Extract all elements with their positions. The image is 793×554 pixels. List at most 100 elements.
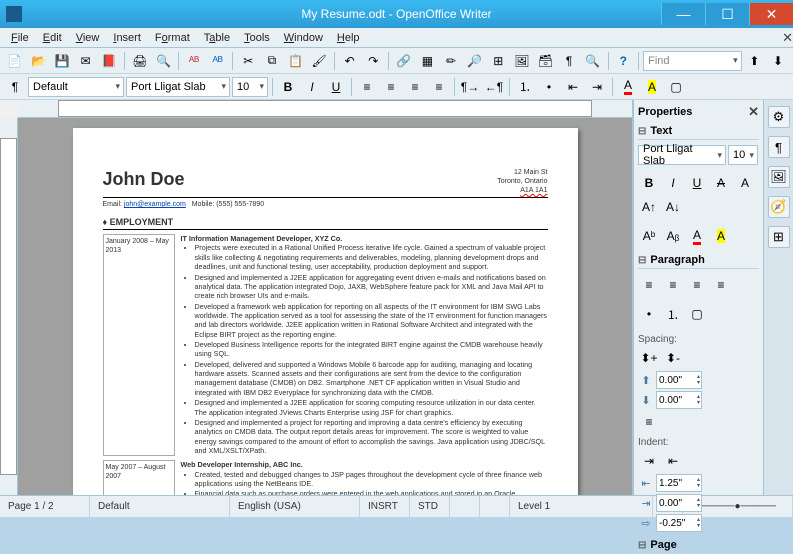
sb-inc-indent-icon[interactable]: ⇥	[638, 450, 660, 472]
maximize-button[interactable]: ☐	[705, 3, 749, 25]
pdf-icon[interactable]: 📕	[98, 50, 120, 72]
sb-sub-icon[interactable]: Aᵦ	[662, 225, 684, 247]
vertical-ruler[interactable]	[0, 118, 18, 495]
sb-dec-space-icon[interactable]: ⬍-	[662, 347, 684, 369]
datasource-icon[interactable]: 🗃	[535, 50, 557, 72]
sb-align-right-icon[interactable]: ≡	[686, 274, 708, 296]
print-icon[interactable]: 🖨	[129, 50, 151, 72]
bg-color-icon[interactable]: ▢	[665, 76, 687, 98]
status-page[interactable]: Page 1 / 2	[0, 496, 90, 517]
sb-strike-icon[interactable]: A	[710, 172, 732, 194]
bullet-item[interactable]: Projects were executed in a Rational Uni…	[195, 243, 548, 271]
copy-icon[interactable]: ⧉	[261, 50, 283, 72]
bold-icon[interactable]: B	[277, 76, 299, 98]
sb-bold-icon[interactable]: B	[638, 172, 660, 194]
resume-name[interactable]: John Doe	[103, 168, 185, 191]
autospell-icon[interactable]: ᴬᴮ	[207, 50, 229, 72]
bullet-item[interactable]: Financial data such as purchase orders w…	[195, 489, 548, 495]
minimize-button[interactable]: —	[661, 3, 705, 25]
preview-icon[interactable]: 🔍	[153, 50, 175, 72]
sb-dec-indent-icon[interactable]: ⇤	[662, 450, 684, 472]
indent-icon[interactable]: ⇥	[586, 76, 608, 98]
sb-shadow-icon[interactable]: A	[734, 172, 756, 194]
bullet-item[interactable]: Designed and implemented a J2EE applicat…	[195, 273, 548, 301]
sb-font-combo[interactable]: Port Lligat Slab	[638, 145, 726, 165]
space-above-input[interactable]: 0.00"	[656, 371, 702, 389]
gallery-icon[interactable]: 🖼	[511, 50, 533, 72]
nonprint-icon[interactable]: ¶	[558, 50, 580, 72]
align-justify-icon[interactable]: ≡	[428, 76, 450, 98]
functions-tab-icon[interactable]: ⊞	[768, 226, 790, 248]
doc-close-icon[interactable]: ✕	[782, 30, 793, 46]
redo-icon[interactable]: ↷	[362, 50, 384, 72]
align-right-icon[interactable]: ≡	[404, 76, 426, 98]
bullet-item[interactable]: Created, tested and debugged changes to …	[195, 470, 548, 489]
sb-italic-icon[interactable]: I	[662, 172, 684, 194]
bullet-item[interactable]: Designed and implemented a J2EE applicat…	[195, 398, 548, 417]
table-icon[interactable]: ▦	[417, 50, 439, 72]
menu-view[interactable]: View	[69, 30, 107, 46]
styles-icon[interactable]: ¶	[4, 76, 26, 98]
hyperlink-icon[interactable]: 🔗	[393, 50, 415, 72]
menu-edit[interactable]: Edit	[36, 30, 69, 46]
sb-fontcolor-icon[interactable]: A	[686, 225, 708, 247]
undo-icon[interactable]: ↶	[339, 50, 361, 72]
employment-heading[interactable]: ♦ EMPLOYMENT	[103, 217, 548, 230]
sb-inc-space-icon[interactable]: ⬍+	[638, 347, 660, 369]
gallery-tab-icon[interactable]: 🖼	[768, 166, 790, 188]
align-left-icon[interactable]: ≡	[356, 76, 378, 98]
sb-align-center-icon[interactable]: ≡	[662, 274, 684, 296]
sb-numbers-icon[interactable]: ⒈	[662, 303, 684, 325]
date-range-1[interactable]: January 2008 – May 2013	[103, 234, 175, 456]
status-selmode[interactable]: STD	[410, 496, 450, 517]
find-prev-icon[interactable]: ⬆	[744, 50, 766, 72]
highlight-icon[interactable]: A	[641, 76, 663, 98]
styles-tab-icon[interactable]: ¶	[768, 136, 790, 158]
address-block[interactable]: 12 Main St Toronto, Ontario A1A 1A1	[497, 168, 547, 195]
status-style[interactable]: Default	[90, 496, 230, 517]
bullet-item[interactable]: Developed Business Intelligence reports …	[195, 340, 548, 359]
new-doc-icon[interactable]: 📄	[4, 50, 26, 72]
paste-icon[interactable]: 📋	[285, 50, 307, 72]
font-name-combo[interactable]: Port Lligat Slab	[126, 77, 230, 97]
sb-shrink-icon[interactable]: A↓	[662, 196, 684, 218]
bullet-list-icon[interactable]: •	[538, 76, 560, 98]
menu-file[interactable]: File	[4, 30, 36, 46]
menu-format[interactable]: Format	[148, 30, 197, 46]
cut-icon[interactable]: ✂	[237, 50, 259, 72]
document-canvas[interactable]: John Doe 12 Main St Toronto, Ontario A1A…	[18, 118, 632, 495]
navigator-tab-icon[interactable]: 🧭	[768, 196, 790, 218]
job-title-1[interactable]: IT Information Management Developer, XYZ…	[181, 234, 548, 243]
paragraph-section-header[interactable]: Paragraph	[638, 252, 759, 269]
date-range-2[interactable]: May 2007 – August 2007	[103, 460, 175, 495]
horizontal-ruler[interactable]	[18, 100, 632, 118]
sb-align-left-icon[interactable]: ≡	[638, 274, 660, 296]
number-list-icon[interactable]: ⒈	[514, 76, 536, 98]
page-section-header[interactable]: Page	[638, 537, 759, 554]
menu-insert[interactable]: Insert	[106, 30, 148, 46]
bullet-item[interactable]: Developed, delivered and supported a Win…	[195, 360, 548, 397]
menu-help[interactable]: Help	[330, 30, 367, 46]
status-insert[interactable]: INSRT	[360, 496, 410, 517]
status-language[interactable]: English (USA)	[230, 496, 360, 517]
help-icon[interactable]: ?	[613, 50, 635, 72]
outdent-icon[interactable]: ⇤	[562, 76, 584, 98]
properties-tab-icon[interactable]: ⚙	[768, 106, 790, 128]
sb-super-icon[interactable]: Aᵇ	[638, 225, 660, 247]
ltr-icon[interactable]: ¶→	[459, 76, 481, 98]
job-title-2[interactable]: Web Developer Internship, ABC Inc.	[181, 460, 548, 469]
find-icon[interactable]: 🔎	[464, 50, 486, 72]
format-paint-icon[interactable]: 🖌	[308, 50, 330, 72]
font-size-combo[interactable]: 10	[232, 77, 268, 97]
indent-left-input[interactable]: 1.25"	[656, 474, 702, 492]
indent-first-input[interactable]: -0.25"	[656, 514, 702, 532]
find-next-icon[interactable]: ⬇	[767, 50, 789, 72]
sb-size-combo[interactable]: 10	[728, 145, 758, 165]
open-icon[interactable]: 📂	[28, 50, 50, 72]
menu-tools[interactable]: Tools	[237, 30, 277, 46]
underline-icon[interactable]: U	[325, 76, 347, 98]
save-icon[interactable]: 💾	[51, 50, 73, 72]
menu-window[interactable]: Window	[277, 30, 330, 46]
drawing-icon[interactable]: ✏	[440, 50, 462, 72]
spellcheck-icon[interactable]: ᴬᴮ	[183, 50, 205, 72]
